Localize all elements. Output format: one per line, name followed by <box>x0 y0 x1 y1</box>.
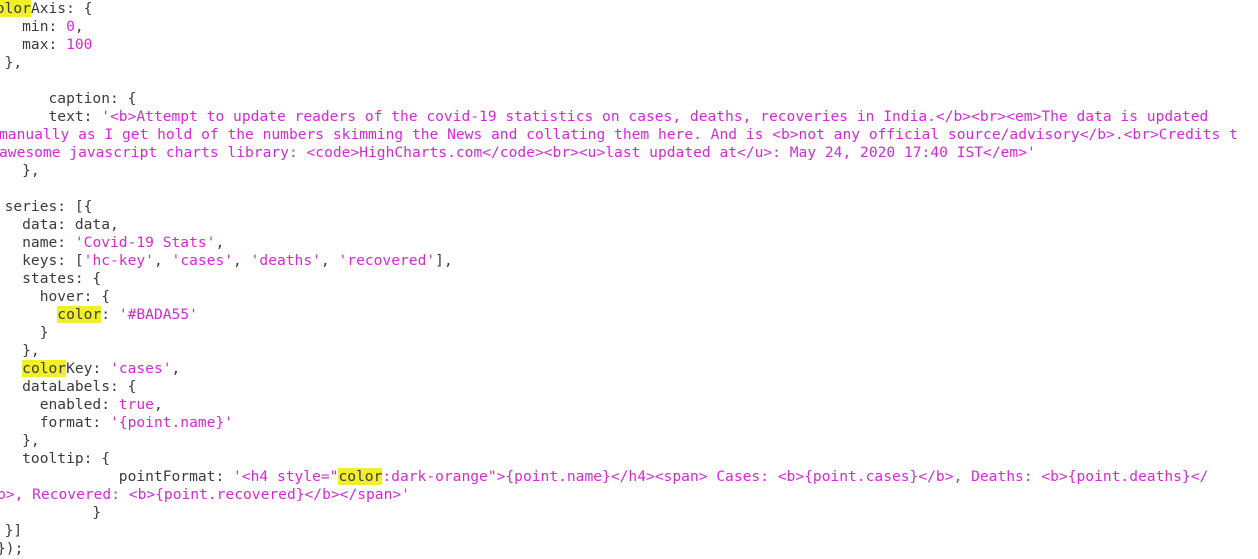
code-token: name: <box>22 234 67 251</box>
code-token: Axis: { <box>30 0 93 17</box>
code-line: hover: { <box>0 288 110 306</box>
code-token: hover: { <box>39 288 111 305</box>
code-line: series: [{ <box>0 198 93 216</box>
code-line: name: 'Covid-19 Stats', <box>0 234 224 252</box>
code-token: data: data, <box>0 216 119 233</box>
code-token: }, <box>4 54 23 71</box>
code-token: 0 <box>66 18 75 35</box>
code-line: keys: ['hc-key', 'cases', 'deaths', 'rec… <box>0 252 453 270</box>
search-highlight: color <box>57 306 102 323</box>
code-line: tooltip: { <box>0 450 110 468</box>
code-line: colorKey: 'cases', <box>0 360 180 378</box>
code-token: , <box>153 252 172 269</box>
code-token: , <box>320 252 339 269</box>
code-token: max: <box>22 36 58 53</box>
code-token: enabled: <box>0 396 119 413</box>
code-editor[interactable]: colorAxis: { min: 0, max: 100 }, caption… <box>0 0 1258 559</box>
code-token: Key: <box>66 360 111 377</box>
code-line: pointFormat: '<h4 style="color:dark-oran… <box>0 468 1208 486</box>
code-token: 'hc-key' <box>83 252 154 269</box>
code-line: enabled: true, <box>0 396 163 414</box>
code-token: 'cases' <box>110 360 172 377</box>
code-token: dataLabels: { <box>0 378 137 395</box>
code-token: 'recovered' <box>338 252 436 269</box>
code-token: manually as I get hold of the numbers sk… <box>0 126 1238 143</box>
code-line: colorAxis: { <box>0 0 92 18</box>
code-token: }, <box>22 432 40 449</box>
code-line: color: '#BADA55' <box>0 306 198 324</box>
code-line: states: { <box>0 270 101 288</box>
code-token: keys: [ <box>22 252 84 269</box>
code-token: }); <box>0 540 24 557</box>
code-token: caption: { <box>0 90 137 107</box>
code-line: caption: { <box>0 90 137 108</box>
code-line: }, <box>0 162 40 180</box>
code-line: } <box>0 504 101 522</box>
code-token: ], <box>435 252 453 269</box>
code-token: tooltip: { <box>22 450 111 467</box>
code-token: '<b>Attempt to update readers of the cov… <box>101 108 1209 125</box>
code-token: '#BADA55' <box>118 306 198 323</box>
code-token: }, <box>22 162 40 179</box>
search-highlight: color <box>338 468 383 485</box>
code-line: awesome javascript charts library: <code… <box>0 144 1036 162</box>
code-line: max: 100 <box>0 36 92 54</box>
code-token: , <box>171 360 181 377</box>
code-token: 100 <box>66 36 93 53</box>
code-token: , <box>215 234 225 251</box>
code-token: 'Covid-19 Stats' <box>74 234 216 251</box>
code-line: }, <box>0 342 40 360</box>
code-line: min: 0, <box>0 18 84 36</box>
code-token: :dark-orange">{point.name}</h4><span> Ca… <box>382 468 1209 485</box>
code-token: , <box>74 18 84 35</box>
code-line: text: '<b>Attempt to update readers of t… <box>0 108 1209 126</box>
code-token: format: <box>39 414 102 431</box>
code-token: }, <box>22 342 40 359</box>
code-line: data: data, <box>0 216 119 234</box>
code-token: true <box>118 396 154 413</box>
code-token: awesome javascript charts library: <code… <box>0 144 1036 161</box>
code-token: text: <box>48 108 93 125</box>
code-token: pointFormat: <box>0 468 234 485</box>
code-line: format: '{point.name}' <box>0 414 233 432</box>
code-token: min: <box>22 18 58 35</box>
code-token: , <box>233 252 251 269</box>
code-token: }] <box>4 522 23 539</box>
code-line: }] <box>0 522 23 540</box>
code-line: manually as I get hold of the numbers sk… <box>0 126 1238 144</box>
code-line: }, <box>0 54 23 72</box>
code-line: b>, Recovered: <b>{point.recovered}</b><… <box>0 486 410 504</box>
code-token: } <box>39 324 49 341</box>
code-line: } <box>0 324 49 342</box>
code-token: : <box>101 306 119 323</box>
search-highlight: color <box>0 0 31 17</box>
code-token: b>, Recovered: <b>{point.recovered}</b><… <box>0 486 410 503</box>
code-token: '<h4 style=" <box>233 468 339 485</box>
code-token: states: { <box>22 270 102 287</box>
code-token: 'cases' <box>171 252 234 269</box>
code-token: , <box>153 396 163 413</box>
code-token: 'deaths' <box>250 252 321 269</box>
code-line: }); <box>0 540 23 558</box>
search-highlight: color <box>22 360 67 377</box>
code-token: series: [{ <box>4 198 93 215</box>
code-token: '{point.name}' <box>110 414 234 431</box>
code-line: }, <box>0 432 40 450</box>
code-token: } <box>92 504 102 521</box>
code-line: dataLabels: { <box>0 378 136 396</box>
